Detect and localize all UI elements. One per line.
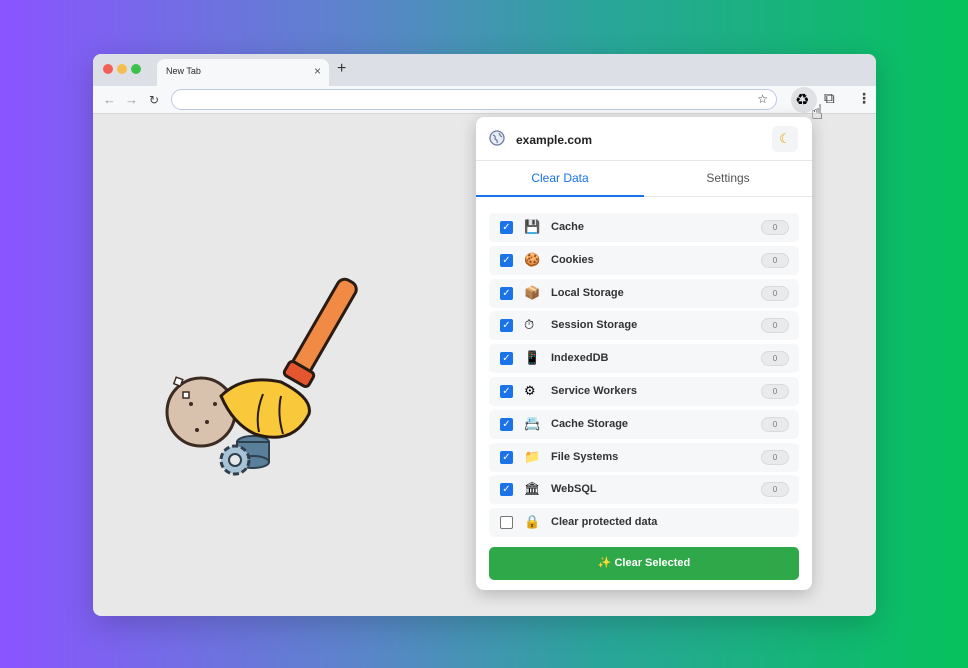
item-count-badge: 0 [761,220,789,235]
new-tab-button[interactable]: + [337,60,346,78]
file-systems-checkbox[interactable]: ✓ [500,450,513,464]
list-item-clear-protected-data[interactable]: 🔒 Clear protected data [489,508,799,538]
tab-title: New Tab [166,66,201,76]
clear-selected-button[interactable]: ✨ Clear Selected [489,547,799,580]
item-count-badge: 0 [761,318,789,334]
list-item-session-storage[interactable]: ✓ ⏱ Session Storage 0 [489,311,799,341]
tab-settings[interactable]: Settings [644,161,812,197]
extensions-puzzle-icon[interactable]: ⧉ [824,90,835,107]
popup-tabs: Clear Data Settings [476,161,812,197]
item-count-badge: 0 [761,416,789,432]
cookie-icon [165,376,237,448]
item-count-badge: 0 [761,482,789,498]
list-item-cookies[interactable]: ✓ 🍪 Cookies 0 [489,245,799,275]
session-storage-checkbox[interactable]: ✓ [500,319,513,333]
card-file-icon: 📇 [524,415,541,431]
device-icon: 📱 [524,350,541,366]
minimize-window-button[interactable] [117,64,127,74]
item-label: WebSQL [551,483,597,496]
package-icon: 📦 [524,284,541,300]
tab-strip: New Tab × + [93,54,876,86]
browser-menu-icon[interactable]: ⋮ [857,90,871,107]
forward-icon[interactable]: → [125,92,138,107]
tab-clear-data[interactable]: Clear Data [476,161,644,197]
browser-window: New Tab × + ← → ↻ ☆ ♻ ⧉ ⋮ ☝ example.com … [93,54,876,616]
list-item-file-systems[interactable]: ✓ 📁 File Systems 0 [489,442,799,472]
close-window-button[interactable] [103,64,113,74]
cache-storage-checkbox[interactable]: ✓ [500,417,513,431]
cookies-checkbox[interactable]: ✓ [500,253,513,267]
clear-protected-data-checkbox[interactable] [500,516,513,530]
data-type-list: ✓ 💾 Cache 0 ✓ 🍪 Cookies 0 ✓ 📦 Local Stor… [489,213,799,541]
popup-header: example.com ☾ [476,117,812,161]
lock-icon: 🔒 [524,514,541,530]
cache-checkbox[interactable]: ✓ [500,221,513,234]
item-label: Service Workers [551,384,638,397]
floppy-disk-icon: 💾 [524,219,541,234]
service-workers-checkbox[interactable]: ✓ [500,384,513,398]
item-label: File Systems [551,450,619,463]
gear-icon: ⚙ [524,382,536,398]
item-label: Cache Storage [551,417,629,430]
dark-mode-toggle[interactable]: ☾ [772,126,798,152]
item-count-badge: 0 [761,351,789,367]
item-label: Cookies [551,253,594,266]
browser-toolbar: ← → ↻ ☆ ♻ ⧉ ⋮ ☝ [93,86,876,124]
site-domain: example.com [516,133,593,147]
list-item-cache[interactable]: ✓ 💾 Cache 0 [489,213,799,242]
websql-checkbox[interactable]: ✓ [500,483,513,497]
broom-cookie-illustration [165,277,358,476]
pointer-hand-icon: ☝ [811,102,824,124]
extension-popup: example.com ☾ Clear Data Settings ✓ 💾 Ca… [476,117,812,590]
item-label: Session Storage [551,319,638,332]
globe-icon [489,130,505,146]
item-label: Clear protected data [551,516,658,529]
maximize-window-button[interactable] [131,64,141,74]
building-icon: 🏛 [524,481,541,497]
broom-icon [219,277,358,439]
list-item-websql[interactable]: ✓ 🏛 WebSQL 0 [489,475,799,505]
list-item-indexeddb[interactable]: ✓ 📱 IndexedDB 0 [489,344,799,374]
reload-icon[interactable]: ↻ [149,93,159,107]
gear-icon [219,444,251,476]
item-count-badge: 0 [761,449,789,465]
list-item-service-workers[interactable]: ✓ ⚙ Service Workers 0 [489,376,799,406]
recycle-broom-extension-icon: ♻ [795,92,810,109]
tab-close-icon[interactable]: × [314,64,321,78]
cookie-icon: 🍪 [524,251,541,267]
list-item-cache-storage[interactable]: ✓ 📇 Cache Storage 0 [489,409,799,439]
local-storage-checkbox[interactable]: ✓ [500,286,513,300]
item-label: IndexedDB [551,352,609,365]
item-count-badge: 0 [761,285,789,301]
moon-icon: ☾ [779,131,791,146]
list-item-local-storage[interactable]: ✓ 📦 Local Storage 0 [489,278,799,308]
item-count-badge: 0 [761,383,789,399]
item-label: Cache [551,221,585,233]
back-icon[interactable]: ← [103,92,116,107]
item-label: Local Storage [551,286,624,299]
bookmark-star-icon[interactable]: ☆ [757,92,768,106]
folder-icon: 📁 [524,448,541,464]
address-bar[interactable]: ☆ [171,89,777,110]
browser-tab[interactable]: New Tab × [157,59,329,86]
item-count-badge: 0 [761,252,789,268]
stopwatch-icon: ⏱ [524,317,535,333]
indexeddb-checkbox[interactable]: ✓ [500,352,513,366]
